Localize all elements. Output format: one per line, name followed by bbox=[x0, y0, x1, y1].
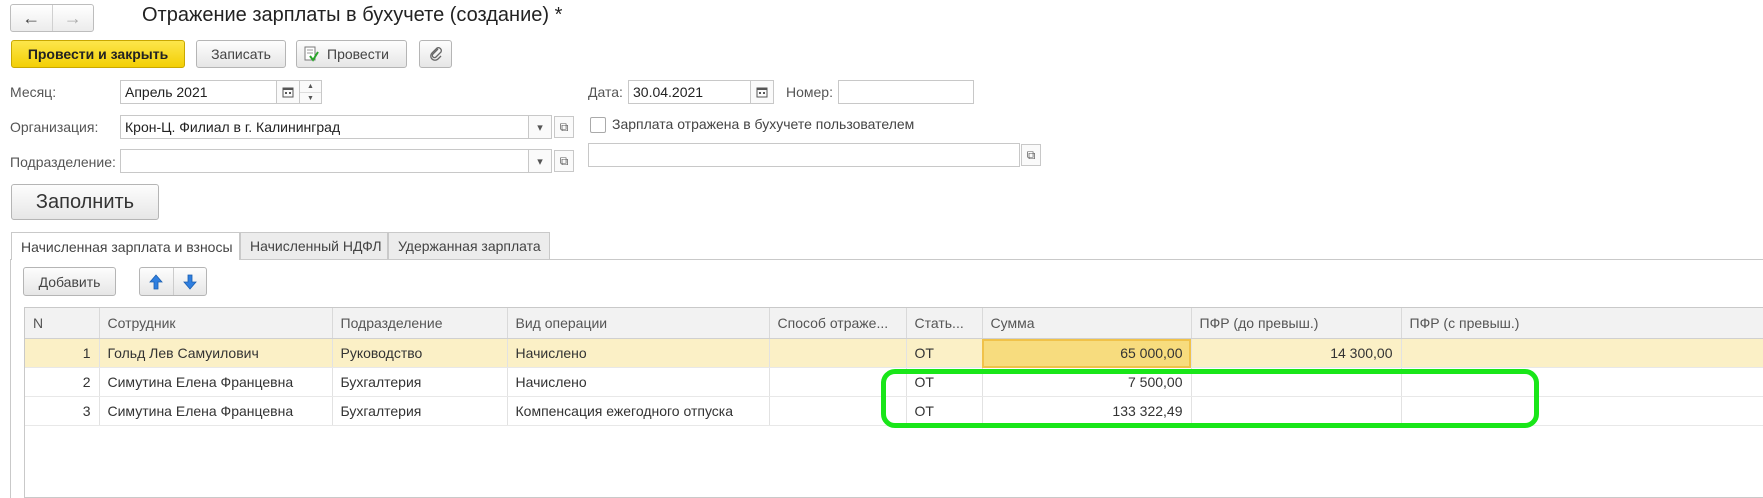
move-up-arrow-icon[interactable] bbox=[140, 268, 174, 295]
department-label: Подразделение: bbox=[10, 154, 116, 170]
table-cell[interactable] bbox=[769, 367, 907, 397]
spinner-up-icon[interactable]: ▲ bbox=[300, 81, 321, 93]
date-value: 30.04.2021 bbox=[633, 84, 704, 100]
number-field[interactable] bbox=[838, 80, 974, 104]
move-down-arrow-icon[interactable] bbox=[174, 268, 207, 295]
column-header[interactable]: Подразделение bbox=[332, 308, 508, 339]
tab-panel-border bbox=[10, 259, 11, 498]
tab-accrued-ndfl[interactable]: Начисленный НДФЛ bbox=[240, 232, 388, 259]
user-field[interactable] bbox=[588, 143, 1020, 167]
spinner-down-icon[interactable]: ▼ bbox=[300, 93, 321, 104]
forward-arrow-icon[interactable]: → bbox=[51, 5, 94, 31]
fill-button[interactable]: Заполнить bbox=[11, 184, 159, 220]
dropdown-chevron-icon[interactable]: ▾ bbox=[528, 150, 551, 172]
table-cell[interactable]: 7 500,00 bbox=[982, 367, 1192, 397]
table-cell[interactable]: 3 bbox=[25, 396, 100, 426]
column-header[interactable]: Сумма bbox=[982, 308, 1192, 339]
table-cell[interactable]: 65 000,00 bbox=[982, 338, 1192, 368]
column-header[interactable]: ПФР (с превыш.) bbox=[1401, 308, 1763, 339]
table-cell[interactable]: ОТ bbox=[906, 396, 983, 426]
table-cell[interactable]: Гольд Лев Самуилович bbox=[99, 338, 333, 368]
table-row[interactable]: 2 Симутина Елена Францевна Бухгалтерия Н… bbox=[25, 367, 1763, 397]
table-row[interactable]: 1 Гольд Лев Самуилович Руководство Начис… bbox=[25, 338, 1763, 368]
table-row[interactable]: 3 Симутина Елена Францевна Бухгалтерия К… bbox=[25, 396, 1763, 426]
table-cell[interactable] bbox=[1401, 367, 1763, 397]
add-row-button[interactable]: Добавить bbox=[23, 267, 116, 296]
table-cell[interactable]: Начислено bbox=[507, 367, 770, 397]
table-cell[interactable]: Руководство bbox=[332, 338, 508, 368]
column-header[interactable]: Вид операции bbox=[507, 308, 770, 339]
dropdown-chevron-icon[interactable]: ▾ bbox=[528, 116, 551, 138]
organization-label: Организация: bbox=[10, 119, 99, 135]
table-cell[interactable]: 1 bbox=[25, 338, 100, 368]
date-field[interactable]: 30.04.2021 bbox=[628, 80, 774, 104]
table-cell[interactable]: Симутина Елена Францевна bbox=[99, 396, 333, 426]
table-cell[interactable]: 14 300,00 bbox=[1191, 338, 1402, 368]
table-cell[interactable]: 2 bbox=[25, 367, 100, 397]
table-cell[interactable] bbox=[1191, 367, 1402, 397]
reflected-checkbox[interactable] bbox=[590, 117, 606, 133]
save-button[interactable]: Записать bbox=[196, 40, 286, 68]
column-header[interactable]: Способ отраже... bbox=[769, 308, 907, 339]
salary-table: N Сотрудник Подразделение Вид операции С… bbox=[24, 307, 1763, 498]
reflected-checkbox-label[interactable]: Зарплата отражена в бухучете пользовател… bbox=[612, 116, 914, 132]
month-label: Месяц: bbox=[10, 84, 57, 100]
month-value: Апрель 2021 bbox=[125, 84, 208, 100]
table-cell[interactable]: ОТ bbox=[906, 367, 983, 397]
table-cell[interactable]: Бухгалтерия bbox=[332, 396, 508, 426]
tab-divider bbox=[10, 259, 1763, 260]
calendar-icon[interactable] bbox=[750, 81, 773, 103]
table-cell[interactable]: Компенсация ежегодного отпуска bbox=[507, 396, 770, 426]
column-header[interactable]: N bbox=[25, 308, 100, 339]
post-button-label: Провести bbox=[327, 46, 389, 62]
open-department-icon[interactable]: ⧉ bbox=[554, 150, 574, 172]
post-button[interactable]: Провести bbox=[296, 40, 407, 68]
column-header[interactable]: Сотрудник bbox=[99, 308, 333, 339]
table-cell[interactable]: 133 322,49 bbox=[982, 396, 1192, 426]
attach-button[interactable] bbox=[419, 40, 452, 68]
table-cell[interactable]: Бухгалтерия bbox=[332, 367, 508, 397]
tab-accrued-salary[interactable]: Начисленная зарплата и взносы bbox=[11, 232, 240, 260]
date-label: Дата: bbox=[588, 84, 623, 100]
calendar-icon[interactable] bbox=[276, 81, 299, 103]
column-header[interactable]: Стать... bbox=[906, 308, 983, 339]
page-title: Отражение зарплаты в бухучете (создание)… bbox=[142, 4, 563, 26]
number-label: Номер: bbox=[786, 84, 833, 100]
table-header-row: N Сотрудник Подразделение Вид операции С… bbox=[25, 308, 1763, 339]
table-cell[interactable]: Симутина Елена Францевна bbox=[99, 367, 333, 397]
organization-value: Крон-Ц. Филиал в г. Калининград bbox=[125, 119, 341, 135]
paperclip-icon bbox=[428, 45, 444, 64]
post-and-close-button[interactable]: Провести и закрыть bbox=[11, 40, 185, 68]
move-row-group bbox=[139, 267, 207, 296]
open-user-icon[interactable]: ⧉ bbox=[1021, 144, 1041, 166]
table-cell[interactable] bbox=[1401, 338, 1763, 368]
table-cell[interactable] bbox=[1191, 396, 1402, 426]
history-nav: ← → bbox=[10, 4, 94, 32]
month-spinner[interactable]: ▲ ▼ bbox=[300, 80, 322, 104]
table-cell[interactable]: ОТ bbox=[906, 338, 983, 368]
table-cell[interactable]: Начислено bbox=[507, 338, 770, 368]
tab-withheld-salary[interactable]: Удержанная зарплата bbox=[388, 232, 550, 259]
month-field[interactable]: Апрель 2021 bbox=[120, 80, 300, 104]
back-arrow-icon[interactable]: ← bbox=[11, 5, 52, 31]
organization-field[interactable]: Крон-Ц. Филиал в г. Калининград ▾ bbox=[120, 115, 552, 139]
column-header[interactable]: ПФР (до превыш.) bbox=[1191, 308, 1402, 339]
open-organization-icon[interactable]: ⧉ bbox=[554, 116, 574, 138]
table-cell[interactable] bbox=[769, 396, 907, 426]
post-document-icon bbox=[303, 46, 319, 62]
department-field[interactable]: ▾ bbox=[120, 149, 552, 173]
table-cell[interactable] bbox=[769, 338, 907, 368]
table-cell[interactable] bbox=[1401, 396, 1763, 426]
